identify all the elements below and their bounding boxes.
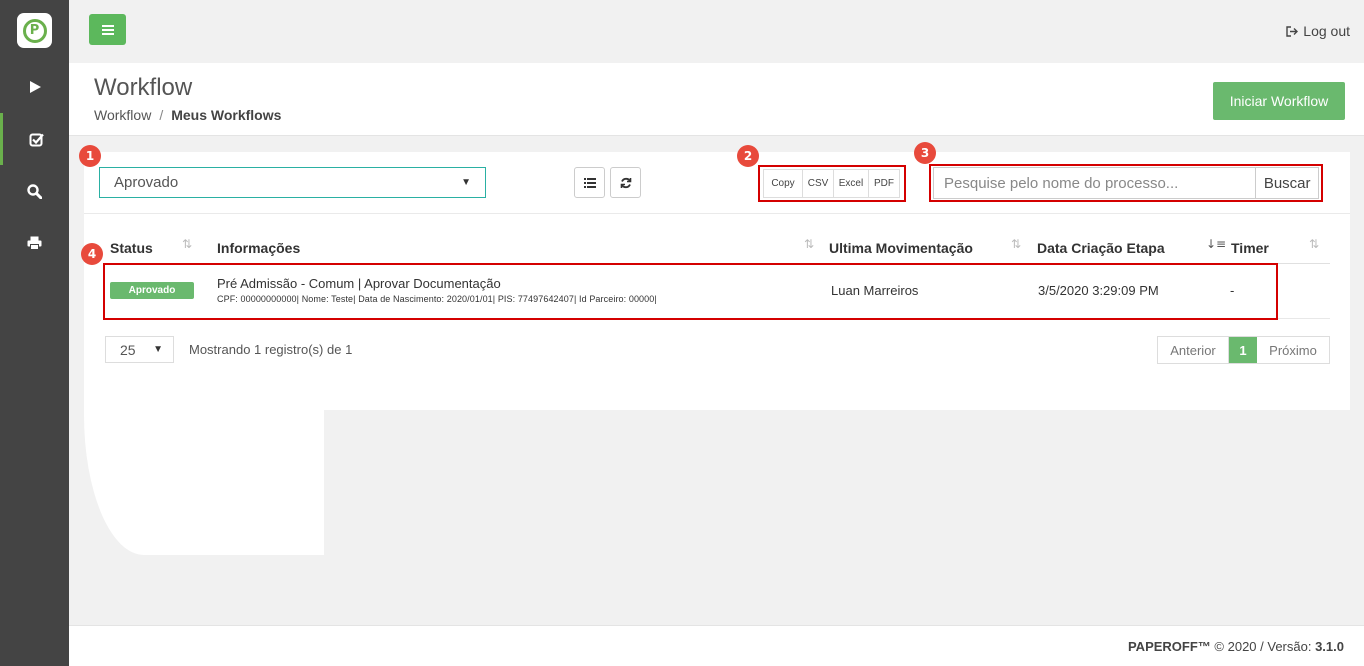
caret-down-icon: ▼	[461, 177, 471, 188]
breadcrumb-root[interactable]: Workflow	[94, 107, 151, 123]
sidebar: P	[0, 0, 69, 666]
footer-version: 3.1.0	[1315, 639, 1344, 654]
print-icon	[27, 236, 42, 250]
list-view-button[interactable]	[574, 167, 605, 198]
logo-mark: P	[22, 18, 47, 43]
menu-toggle-button[interactable]	[89, 14, 126, 45]
list-icon	[583, 177, 596, 188]
status-filter-select[interactable]: Aprovado ▼	[99, 167, 486, 198]
top-bar: Log out	[69, 0, 1364, 63]
breadcrumb: Workflow / Meus Workflows	[94, 107, 281, 123]
sort-icon[interactable]: ⇅	[1011, 237, 1021, 251]
export-buttons-group: Copy CSV Excel PDF	[758, 165, 906, 202]
search-input[interactable]	[933, 167, 1257, 199]
export-pdf-button[interactable]: PDF	[868, 169, 900, 198]
page-header: Workflow Workflow / Meus Workflows Iniciar…	[69, 63, 1364, 136]
export-excel-button[interactable]: Excel	[833, 169, 869, 198]
search-button[interactable]: Buscar	[1256, 167, 1319, 199]
panel-divider	[84, 213, 1350, 214]
page-1-button[interactable]: 1	[1229, 337, 1257, 363]
search-group: Buscar	[929, 164, 1323, 202]
page-size-select[interactable]: 25 ▼	[105, 336, 174, 363]
table-row-highlight[interactable]	[103, 263, 1278, 320]
next-page-button[interactable]: Próximo	[1257, 337, 1329, 363]
marker-3: 3	[914, 142, 936, 164]
start-workflow-button[interactable]: Iniciar Workflow	[1213, 82, 1345, 120]
search-icon	[27, 183, 42, 199]
column-header-timer[interactable]: Timer	[1231, 240, 1269, 256]
hamburger-icon	[101, 24, 114, 35]
check-square-icon	[29, 133, 44, 146]
marker-4: 4	[81, 243, 103, 265]
sidebar-item-play[interactable]	[0, 61, 69, 113]
column-header-last-movement[interactable]: Ultima Movimentação	[829, 240, 973, 256]
page-size-value: 25	[120, 341, 136, 358]
footer-text: PAPEROFF™ © 2020 / Versão: 3.1.0	[1128, 639, 1344, 654]
sidebar-item-search[interactable]	[0, 165, 69, 217]
footer-brand: PAPEROFF™	[1127, 639, 1211, 654]
pagination: Anterior 1 Próximo	[1157, 336, 1330, 364]
records-info: Mostrando 1 registro(s) de 1	[189, 342, 353, 357]
sign-out-icon	[1286, 25, 1299, 37]
refresh-button[interactable]	[610, 167, 641, 198]
sort-desc-icon[interactable]: ↓≡	[1206, 237, 1226, 251]
column-header-info[interactable]: Informações	[217, 240, 300, 256]
sort-icon[interactable]: ⇅	[1309, 237, 1319, 251]
refresh-icon	[620, 177, 631, 188]
page-title: Workflow	[94, 74, 193, 101]
status-filter-value: Aprovado	[114, 174, 179, 191]
sort-icon[interactable]: ⇅	[804, 237, 814, 251]
panel-decoration	[84, 410, 324, 555]
sidebar-item-print[interactable]	[0, 217, 69, 269]
prev-page-button[interactable]: Anterior	[1158, 337, 1229, 363]
footer: PAPEROFF™ © 2020 / Versão: 3.1.0	[69, 625, 1364, 666]
column-header-created[interactable]: Data Criação Etapa	[1037, 240, 1165, 256]
caret-down-icon: ▼	[153, 344, 163, 355]
column-header-status[interactable]: Status	[110, 240, 153, 256]
footer-copyright: © 2020 / Versão:	[1214, 639, 1312, 654]
marker-2: 2	[737, 145, 759, 167]
app-logo[interactable]: P	[17, 13, 52, 48]
logout-label: Log out	[1303, 23, 1350, 39]
marker-1: 1	[79, 145, 101, 167]
sidebar-item-workflows[interactable]	[0, 113, 69, 165]
logout-link[interactable]: Log out	[1286, 23, 1350, 39]
export-csv-button[interactable]: CSV	[802, 169, 834, 198]
breadcrumb-current: Meus Workflows	[171, 107, 282, 123]
breadcrumb-separator: /	[159, 107, 164, 123]
export-copy-button[interactable]: Copy	[763, 169, 803, 198]
play-icon	[29, 81, 41, 93]
sort-icon[interactable]: ⇅	[182, 237, 192, 251]
